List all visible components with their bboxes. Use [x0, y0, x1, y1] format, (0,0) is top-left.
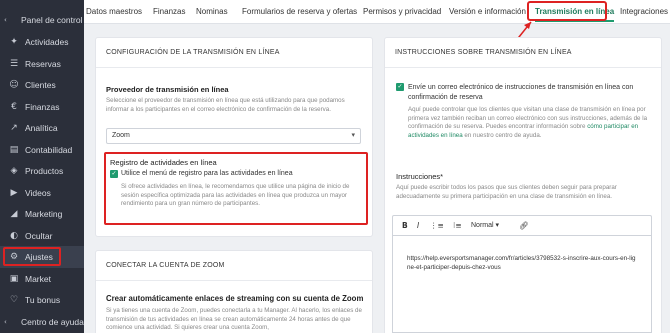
sidebar-item-label: Panel de control	[21, 14, 83, 25]
tab-finanzas[interactable]: Finanzas	[153, 0, 185, 24]
highlight-box	[3, 247, 61, 266]
sidebar-item-label: Ocultar	[25, 230, 53, 241]
provider-select-value: Zoom	[112, 132, 130, 139]
videos-icon: ▶	[10, 187, 18, 198]
card-header: INSTRUCCIONES SOBRE TRANSMISIÓN EN LÍNEA	[385, 38, 661, 68]
provider-select[interactable]: Zoom ▾	[106, 128, 361, 144]
format-select-value: Normal	[471, 222, 494, 229]
ordered-list-icon[interactable]: ⋮≡	[430, 221, 444, 230]
products-icon: ◈	[10, 165, 18, 176]
sidebar-item-label: Analítica	[25, 122, 58, 133]
tab-datos-maestros[interactable]: Datos maestros	[86, 0, 142, 24]
zoom-help: Si ya tienes una cuenta de Zoom, puedes …	[106, 307, 362, 331]
sidebar-item-label: Finanzas	[25, 101, 60, 112]
sidebar-item-productos[interactable]: ◈ Productos	[0, 160, 84, 182]
sidebar-item-marketing[interactable]: ◢ Marketing	[0, 203, 84, 225]
send-email-checkbox[interactable]: ✓	[396, 83, 404, 91]
tab-formularios[interactable]: Formularios de reserva y ofertas	[242, 0, 357, 24]
sidebar-item-label: Clientes	[25, 79, 56, 90]
italic-icon[interactable]: I	[417, 221, 419, 230]
streaming-config-card: CONFIGURACIÓN DE LA TRANSMISIÓN EN LÍNEA…	[95, 37, 373, 237]
sidebar-item-label: Centro de ayuda	[21, 316, 84, 327]
send-email-checkbox-label: Envíe un correo electrónico de instrucci…	[408, 84, 634, 101]
marketing-icon: ◢	[10, 208, 18, 219]
sidebar-item-label: Market	[25, 273, 51, 284]
provider-label: Proveedor de transmisión en línea	[106, 85, 229, 94]
sidebar-item-bonus[interactable]: ♡ Tu bonus	[0, 289, 84, 311]
sidebar-item-label: Reservas	[25, 58, 61, 69]
top-tab-bar: Datos maestros Finanzas Nominas Formular…	[84, 0, 670, 24]
analytics-icon: ↗	[10, 122, 18, 133]
market-icon: ▣	[9, 273, 19, 284]
editor-content[interactable]: https://help.eversportsmanager.com/fr/ar…	[407, 254, 639, 272]
sidebar-item-contabilidad[interactable]: ▤ Contabilidad	[0, 139, 84, 161]
sidebar-item-videos[interactable]: ▶ Videos	[0, 182, 84, 204]
tab-version[interactable]: Versión e información	[449, 0, 526, 24]
sidebar-item-reservas[interactable]: ☰ Reservas	[0, 53, 84, 75]
accounting-icon: ▤	[9, 144, 19, 155]
sidebar-item-label: Videos	[25, 187, 51, 198]
tab-nominas[interactable]: Nominas	[196, 0, 228, 24]
editor-toolbar: B I ⋮≡ ⁝≡ Normal ▾ 🔗︎	[392, 215, 652, 235]
sidebar-item-label: Contabilidad	[25, 144, 73, 155]
sidebar-item-actividades[interactable]: ✦ Actividades	[0, 31, 84, 53]
sidebar-item-help-center[interactable]: ‹ Centro de ayuda	[0, 311, 84, 333]
bold-icon[interactable]: B	[402, 221, 408, 230]
highlight-box	[527, 1, 607, 21]
provider-help: Seleccione el proveedor de transmisión e…	[106, 97, 345, 113]
help-text: en nuestro centro de ayuda.	[462, 131, 542, 139]
sidebar-item-market[interactable]: ▣ Market	[0, 268, 84, 290]
instructions-editor[interactable]: https://help.eversportsmanager.com/fr/ar…	[392, 235, 652, 333]
format-select[interactable]: Normal ▾	[471, 221, 499, 229]
clients-icon: ☺	[9, 79, 19, 90]
hidden-icon: ◐	[10, 230, 18, 241]
tab-integraciones[interactable]: Integraciones	[620, 0, 668, 24]
sidebar-item-label: Productos	[25, 165, 64, 176]
link-icon[interactable]: 🔗︎	[519, 221, 529, 230]
bonus-icon: ♡	[9, 294, 19, 305]
sidebar-item-finanzas[interactable]: € Finanzas	[0, 96, 84, 118]
activities-icon: ✦	[10, 36, 18, 47]
zoom-connect-card: CONECTAR LA CUENTA DE ZOOM Crear automát…	[95, 250, 373, 333]
instructions-help: Aquí puede escribir todos los pasos que …	[396, 184, 617, 200]
tab-permisos[interactable]: Permisos y privacidad	[363, 0, 441, 24]
sidebar-item-label: Marketing	[25, 208, 63, 219]
sidebar-item-analitica[interactable]: ↗ Analítica	[0, 117, 84, 139]
caret-down-icon: ▾	[351, 131, 355, 139]
sidebar: ‹ Panel de control ✦ Actividades ☰ Reser…	[0, 0, 84, 333]
sidebar-item-ocultar[interactable]: ◐ Ocultar	[0, 225, 84, 247]
reservations-icon: ☰	[9, 58, 19, 69]
sidebar-item-label: Tu bonus	[25, 294, 61, 305]
registry-help: Si ofrece actividades en línea, le recom…	[121, 183, 350, 207]
sidebar-item-label: Actividades	[25, 36, 69, 47]
send-email-help: Aquí puede controlar que los clientes qu…	[408, 106, 656, 140]
bullet-list-icon[interactable]: ⁝≡	[453, 221, 462, 230]
chevron-left-icon: ‹	[4, 15, 7, 24]
caret-down-icon: ▾	[495, 222, 500, 229]
finance-icon: €	[11, 101, 17, 112]
zoom-heading: Crear automáticamente enlaces de streami…	[106, 294, 364, 303]
sidebar-item-panel[interactable]: ‹ Panel de control	[0, 9, 84, 31]
registry-label: Registro de actividades en línea	[110, 158, 217, 167]
card-header: CONFIGURACIÓN DE LA TRANSMISIÓN EN LÍNEA	[96, 38, 372, 68]
card-title: INSTRUCCIONES SOBRE TRANSMISIÓN EN LÍNEA	[395, 49, 572, 56]
instructions-label: Instrucciones*	[396, 172, 444, 181]
chevron-left-icon: ‹	[4, 317, 7, 326]
card-title: CONFIGURACIÓN DE LA TRANSMISIÓN EN LÍNEA	[106, 49, 280, 56]
registry-checkbox[interactable]: ✓	[110, 170, 118, 178]
sidebar-item-ajustes[interactable]: ⚙ Ajustes	[0, 246, 84, 268]
card-header: CONECTAR LA CUENTA DE ZOOM	[96, 251, 372, 281]
registry-checkbox-label: Utilice el menú de registro para las act…	[121, 170, 293, 177]
card-title: CONECTAR LA CUENTA DE ZOOM	[106, 262, 225, 269]
sidebar-item-clientes[interactable]: ☺ Clientes	[0, 74, 84, 96]
